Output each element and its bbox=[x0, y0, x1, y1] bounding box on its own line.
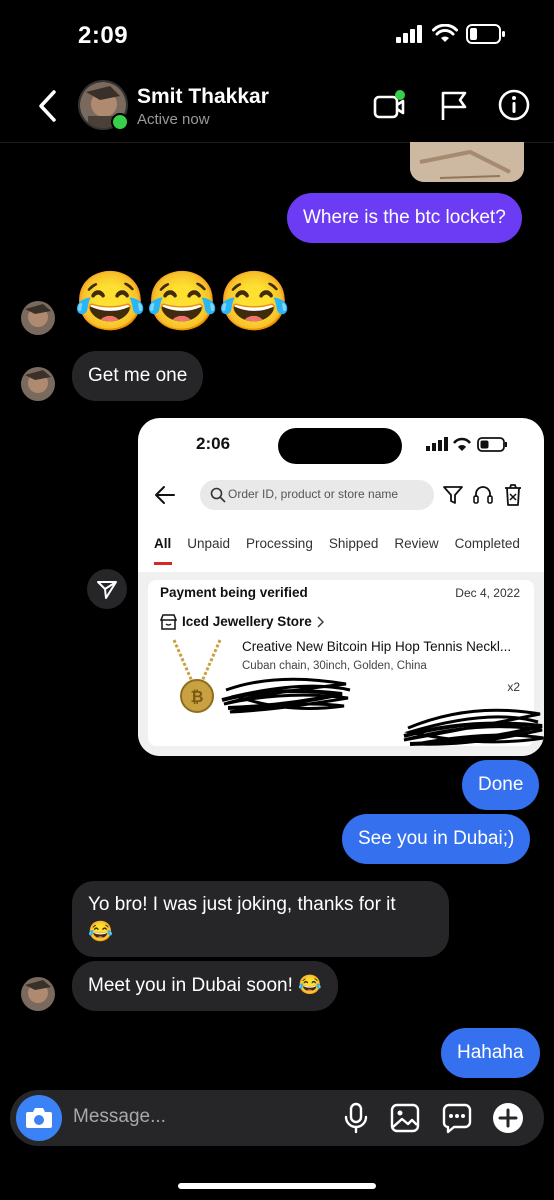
store-name: Iced Jewellery Store bbox=[182, 614, 312, 629]
redaction-scribble bbox=[403, 708, 544, 746]
flag-icon[interactable] bbox=[437, 88, 471, 122]
product-title: Creative New Bitcoin Hip Hop Tennis Neck… bbox=[242, 639, 512, 654]
contact-name[interactable]: Smit Thakkar bbox=[137, 85, 269, 109]
chevron-right-icon bbox=[317, 616, 324, 628]
sticker-icon[interactable] bbox=[441, 1102, 473, 1134]
back-arrow-icon bbox=[155, 486, 175, 504]
share-button[interactable] bbox=[87, 569, 127, 609]
shared-screenshot[interactable]: 2:06 Order ID, product or store name All… bbox=[138, 418, 544, 756]
order-tabs: All Unpaid Processing Shipped Review Com… bbox=[154, 536, 520, 551]
message-received[interactable]: Meet you in Dubai soon! 😂 bbox=[72, 961, 338, 1011]
tab-review: Review bbox=[394, 536, 439, 551]
store-icon bbox=[160, 614, 177, 630]
video-call-icon[interactable] bbox=[372, 88, 406, 122]
search-icon bbox=[210, 487, 226, 503]
order-status: Payment being verified bbox=[160, 585, 308, 600]
active-tab-underline bbox=[154, 562, 172, 565]
tab-unpaid: Unpaid bbox=[187, 536, 231, 551]
order-date: Dec 4, 2022 bbox=[455, 586, 520, 600]
redaction-scribble bbox=[221, 677, 351, 714]
online-indicator bbox=[111, 113, 129, 131]
active-status: Active now bbox=[137, 111, 210, 128]
message-sent[interactable]: Hahaha bbox=[441, 1028, 540, 1078]
svg-text:₿: ₿ bbox=[190, 688, 203, 706]
tab-all: All bbox=[154, 536, 172, 551]
filter-icon bbox=[443, 486, 463, 504]
add-icon[interactable] bbox=[491, 1101, 525, 1135]
search-placeholder: Order ID, product or store name bbox=[228, 487, 399, 501]
trash-icon bbox=[505, 484, 521, 506]
screenshot-time: 2:06 bbox=[196, 434, 231, 453]
battery-icon bbox=[466, 24, 505, 44]
status-time: 2:09 bbox=[78, 22, 129, 49]
message-sent[interactable]: Done bbox=[462, 760, 540, 810]
status-icons bbox=[396, 24, 506, 44]
message-received[interactable]: Get me one bbox=[72, 351, 204, 401]
back-chevron-icon[interactable] bbox=[34, 88, 62, 124]
avatar bbox=[21, 977, 55, 1011]
wifi-icon bbox=[432, 24, 458, 42]
screenshot-status-icons bbox=[426, 437, 507, 452]
partial-shared-image[interactable] bbox=[410, 142, 524, 182]
camera-icon bbox=[26, 1108, 52, 1128]
message-sent[interactable]: Where is the btc locket? bbox=[287, 193, 522, 243]
home-indicator bbox=[178, 1183, 376, 1189]
headset-icon bbox=[473, 486, 493, 504]
product-quantity: x2 bbox=[507, 680, 520, 694]
tab-shipped: Shipped bbox=[328, 536, 379, 551]
avatar bbox=[21, 301, 55, 335]
message-input[interactable]: Message... bbox=[73, 1106, 166, 1128]
microphone-icon[interactable] bbox=[343, 1102, 369, 1134]
avatar bbox=[21, 367, 55, 401]
tab-completed: Completed bbox=[454, 536, 520, 551]
gallery-icon[interactable] bbox=[389, 1102, 421, 1134]
dynamic-island bbox=[278, 428, 402, 464]
message-received[interactable]: Yo bro! I was just joking, thanks for it… bbox=[72, 881, 449, 957]
camera-button[interactable] bbox=[16, 1095, 62, 1141]
tab-processing: Processing bbox=[246, 536, 313, 551]
emoji-message[interactable]: 😂😂😂 bbox=[74, 270, 291, 334]
message-line: Yo bro! I was just joking, thanks for it bbox=[88, 894, 396, 915]
signal-icon bbox=[396, 25, 422, 43]
message-line: 😂 bbox=[88, 921, 113, 943]
message-sent[interactable]: See you in Dubai;) bbox=[342, 814, 531, 864]
send-icon bbox=[97, 581, 117, 599]
info-icon[interactable] bbox=[497, 88, 531, 122]
